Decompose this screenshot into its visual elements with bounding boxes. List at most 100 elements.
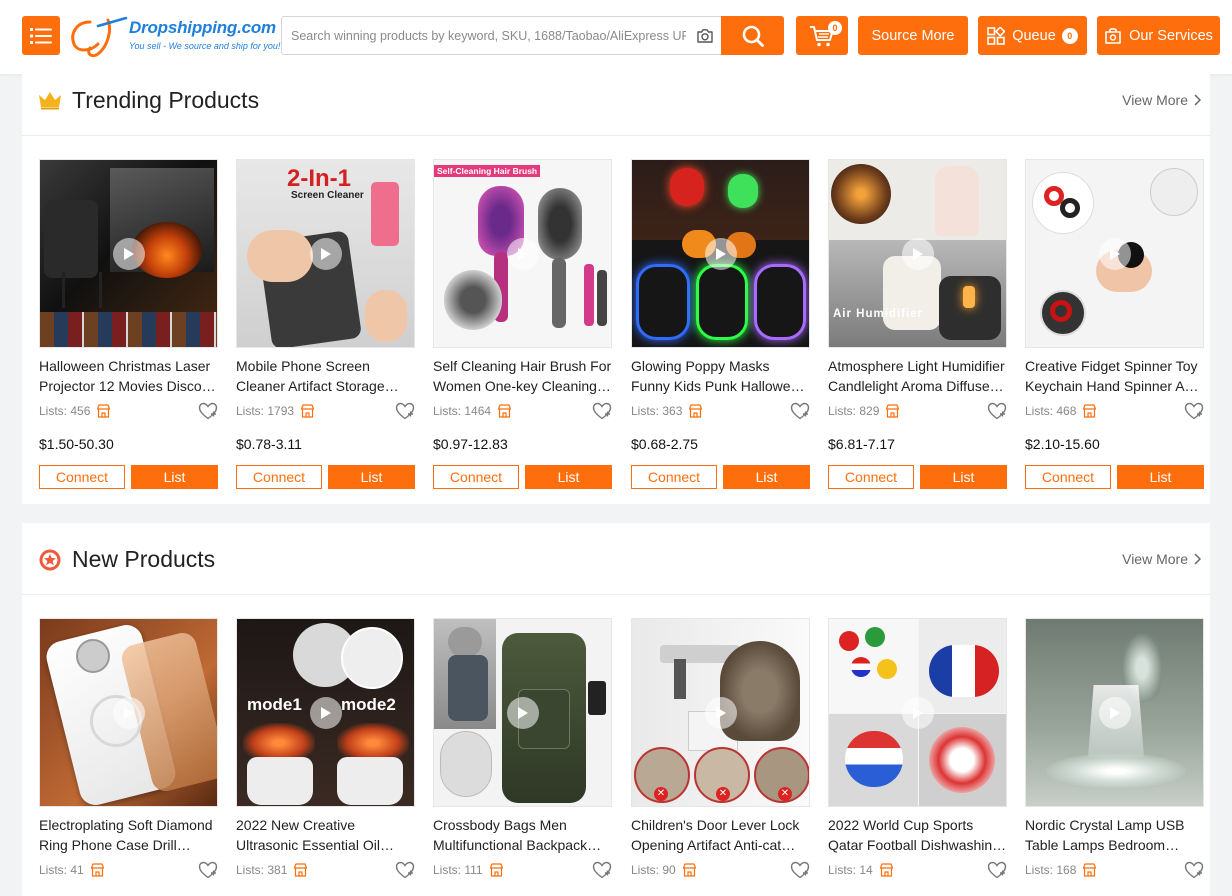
product-lists-count: Lists: 90 [631, 863, 697, 877]
product-title[interactable]: Halloween Christmas Laser Projector 12 M… [39, 356, 218, 396]
list-button[interactable]: List [920, 465, 1007, 489]
play-icon [1110, 248, 1120, 260]
heart-icon[interactable] [198, 402, 218, 420]
logo-mark-icon [71, 16, 128, 58]
heart-icon[interactable] [198, 861, 218, 879]
chevron-right-icon [1194, 553, 1201, 565]
product-title[interactable]: 2022 New Creative Ultrasonic Essential O… [236, 815, 415, 855]
product-image[interactable] [631, 159, 810, 348]
chevron-right-icon [1194, 94, 1201, 106]
new-products-header: New Products View More [22, 523, 1210, 595]
product-title[interactable]: 2022 World Cup Sports Qatar Football Dis… [828, 815, 1007, 855]
heart-icon[interactable] [790, 861, 810, 879]
product-image[interactable]: 2-In-1 Screen Cleaner [236, 159, 415, 348]
queue-button[interactable]: Queue 0 [978, 16, 1087, 55]
heart-icon[interactable] [395, 402, 415, 420]
logo-name: Dropshipping.com [129, 18, 276, 37]
product-lists-count: Lists: 381 [236, 863, 308, 877]
product-title[interactable]: Crossbody Bags Men Multifunctional Backp… [433, 815, 612, 855]
site-logo[interactable]: Dropshipping.com You sell - We source an… [68, 14, 280, 58]
product-price: $0.97-12.83 [433, 436, 508, 452]
product-lists-count: Lists: 111 [433, 863, 504, 877]
play-video-button[interactable] [1099, 238, 1131, 270]
queue-grid-icon [987, 26, 1006, 45]
list-button[interactable]: List [131, 465, 218, 489]
heart-icon[interactable] [987, 402, 1007, 420]
connect-button[interactable]: Connect [828, 465, 914, 489]
search-button[interactable] [721, 16, 784, 55]
product-image[interactable] [39, 618, 218, 807]
store-icon [886, 404, 900, 418]
heart-icon[interactable] [395, 861, 415, 879]
list-button[interactable]: List [525, 465, 612, 489]
menu-list-icon [30, 27, 52, 44]
product-lists-count: Lists: 168 [1025, 863, 1097, 877]
list-button[interactable]: List [328, 465, 415, 489]
product-image[interactable] [1025, 618, 1204, 807]
search-input[interactable] [291, 17, 686, 54]
store-icon [689, 404, 703, 418]
product-lists-count: Lists: 41 [39, 863, 105, 877]
trending-view-more-link[interactable]: View More [1122, 92, 1201, 108]
play-video-button[interactable] [507, 697, 539, 729]
source-more-label: Source More [871, 27, 955, 44]
heart-icon[interactable] [987, 861, 1007, 879]
play-video-button[interactable] [310, 697, 342, 729]
product-price: $6.81-7.17 [828, 436, 895, 452]
play-icon [124, 707, 134, 719]
queue-label: Queue [1012, 27, 1056, 44]
play-video-button[interactable] [113, 238, 145, 270]
store-icon [97, 404, 111, 418]
product-price: $1.50-50.30 [39, 436, 114, 452]
product-title[interactable]: Atmosphere Light Humidifier Candlelight … [828, 356, 1007, 396]
product-title[interactable]: Children's Door Lever Lock Opening Artif… [631, 815, 810, 855]
play-video-button[interactable] [705, 697, 737, 729]
connect-button[interactable]: Connect [236, 465, 322, 489]
connect-button[interactable]: Connect [1025, 465, 1111, 489]
connect-button[interactable]: Connect [39, 465, 125, 489]
connect-button[interactable]: Connect [631, 465, 717, 489]
play-icon [1110, 707, 1120, 719]
product-title[interactable]: Electroplating Soft Diamond Ring Phone C… [39, 815, 218, 855]
menu-button[interactable] [22, 16, 60, 55]
store-icon [497, 404, 512, 418]
play-video-button[interactable] [902, 238, 934, 270]
list-button[interactable]: List [1117, 465, 1204, 489]
source-more-button[interactable]: Source More [858, 16, 968, 55]
play-video-button[interactable] [902, 697, 934, 729]
product-title[interactable]: Creative Fidget Spinner Toy Keychain Han… [1025, 356, 1204, 396]
connect-button[interactable]: Connect [433, 465, 519, 489]
our-services-label: Our Services [1129, 27, 1213, 44]
play-video-button[interactable] [1099, 697, 1131, 729]
cart-button[interactable]: 0 [796, 16, 848, 55]
heart-icon[interactable] [592, 861, 612, 879]
product-title[interactable]: Glowing Poppy Masks Funny Kids Punk Hall… [631, 356, 810, 396]
play-video-button[interactable] [705, 238, 737, 270]
product-image[interactable] [433, 618, 612, 807]
product-title[interactable]: Self Cleaning Hair Brush For Women One-k… [433, 356, 612, 396]
product-image[interactable]: Air Humidifier [828, 159, 1007, 348]
product-image[interactable] [39, 159, 218, 348]
play-video-button[interactable] [507, 238, 539, 270]
heart-icon[interactable] [1184, 861, 1204, 879]
new-products-view-more-link[interactable]: View More [1122, 551, 1201, 567]
store-icon [1083, 863, 1097, 877]
play-video-button[interactable] [310, 238, 342, 270]
play-video-button[interactable] [113, 697, 145, 729]
product-title[interactable]: Mobile Phone Screen Cleaner Artifact Sto… [236, 356, 415, 396]
list-button[interactable]: List [723, 465, 810, 489]
heart-icon[interactable] [592, 402, 612, 420]
camera-icon[interactable] [695, 26, 715, 46]
cart-count-badge: 0 [828, 21, 842, 35]
product-title[interactable]: Nordic Crystal Lamp USB Table Lamps Bedr… [1025, 815, 1204, 855]
product-image[interactable]: mode1 mode2 [236, 618, 415, 807]
our-services-button[interactable]: Our Services [1097, 16, 1220, 55]
play-icon [518, 707, 528, 719]
heart-icon[interactable] [1184, 402, 1204, 420]
product-image[interactable] [828, 618, 1007, 807]
heart-icon[interactable] [790, 402, 810, 420]
product-image[interactable]: ✕ ✕ ✕ [631, 618, 810, 807]
play-icon [518, 248, 528, 260]
product-image[interactable] [1025, 159, 1204, 348]
product-image[interactable]: Self-Cleaning Hair Brush [433, 159, 612, 348]
